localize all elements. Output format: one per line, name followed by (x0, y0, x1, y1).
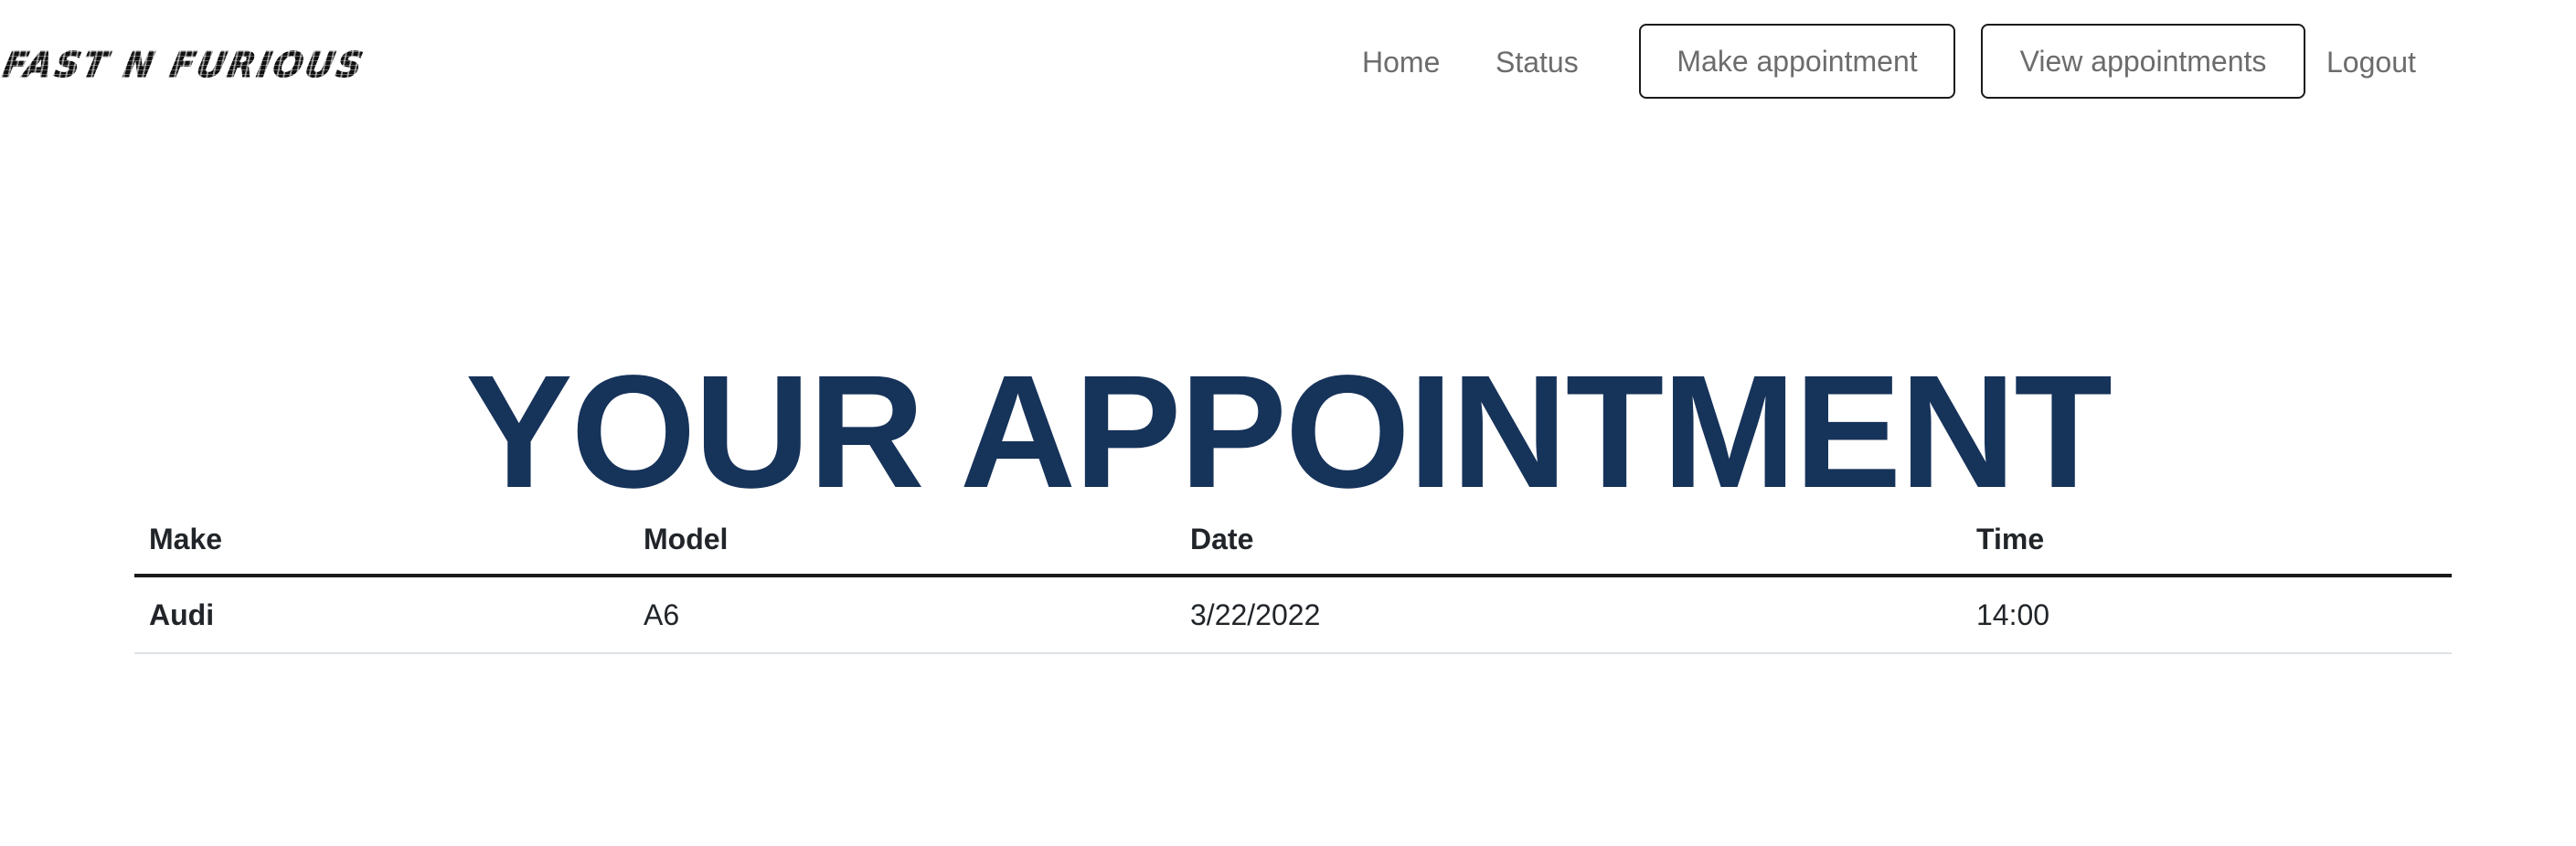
appointments-table-container: Make Model Date Time Audi A6 3/22/2022 1… (134, 504, 2452, 654)
cell-date: 3/22/2022 (1176, 576, 1962, 654)
cell-time: 14:00 (1962, 576, 2452, 654)
brand-logo-text: FAST N FURIOUS (0, 45, 369, 86)
table-header-row: Make Model Date Time (134, 504, 2452, 577)
make-appointment-button[interactable]: Make appointment (1639, 24, 1955, 99)
appointments-table: Make Model Date Time Audi A6 3/22/2022 1… (134, 504, 2452, 654)
appointment-page: FAST N FURIOUS Home Status Make appointm… (0, 0, 2576, 846)
table-row: Audi A6 3/22/2022 14:00 (134, 576, 2452, 654)
navbar: FAST N FURIOUS Home Status Make appointm… (0, 0, 2576, 128)
nav-link-home[interactable]: Home (1362, 40, 1440, 84)
view-appointments-button[interactable]: View appointments (1981, 24, 2305, 99)
column-header-date: Date (1176, 504, 1962, 577)
brand-logo[interactable]: FAST N FURIOUS (0, 45, 369, 86)
nav-link-status[interactable]: Status (1496, 40, 1579, 84)
cell-make: Audi (134, 576, 629, 654)
page-title: YOUR APPOINTMENT (465, 342, 2113, 522)
column-header-model: Model (629, 504, 1176, 577)
column-header-make: Make (134, 504, 629, 577)
nav-link-logout[interactable]: Logout (2326, 40, 2416, 84)
column-header-time: Time (1962, 504, 2452, 577)
cell-model: A6 (629, 576, 1176, 654)
